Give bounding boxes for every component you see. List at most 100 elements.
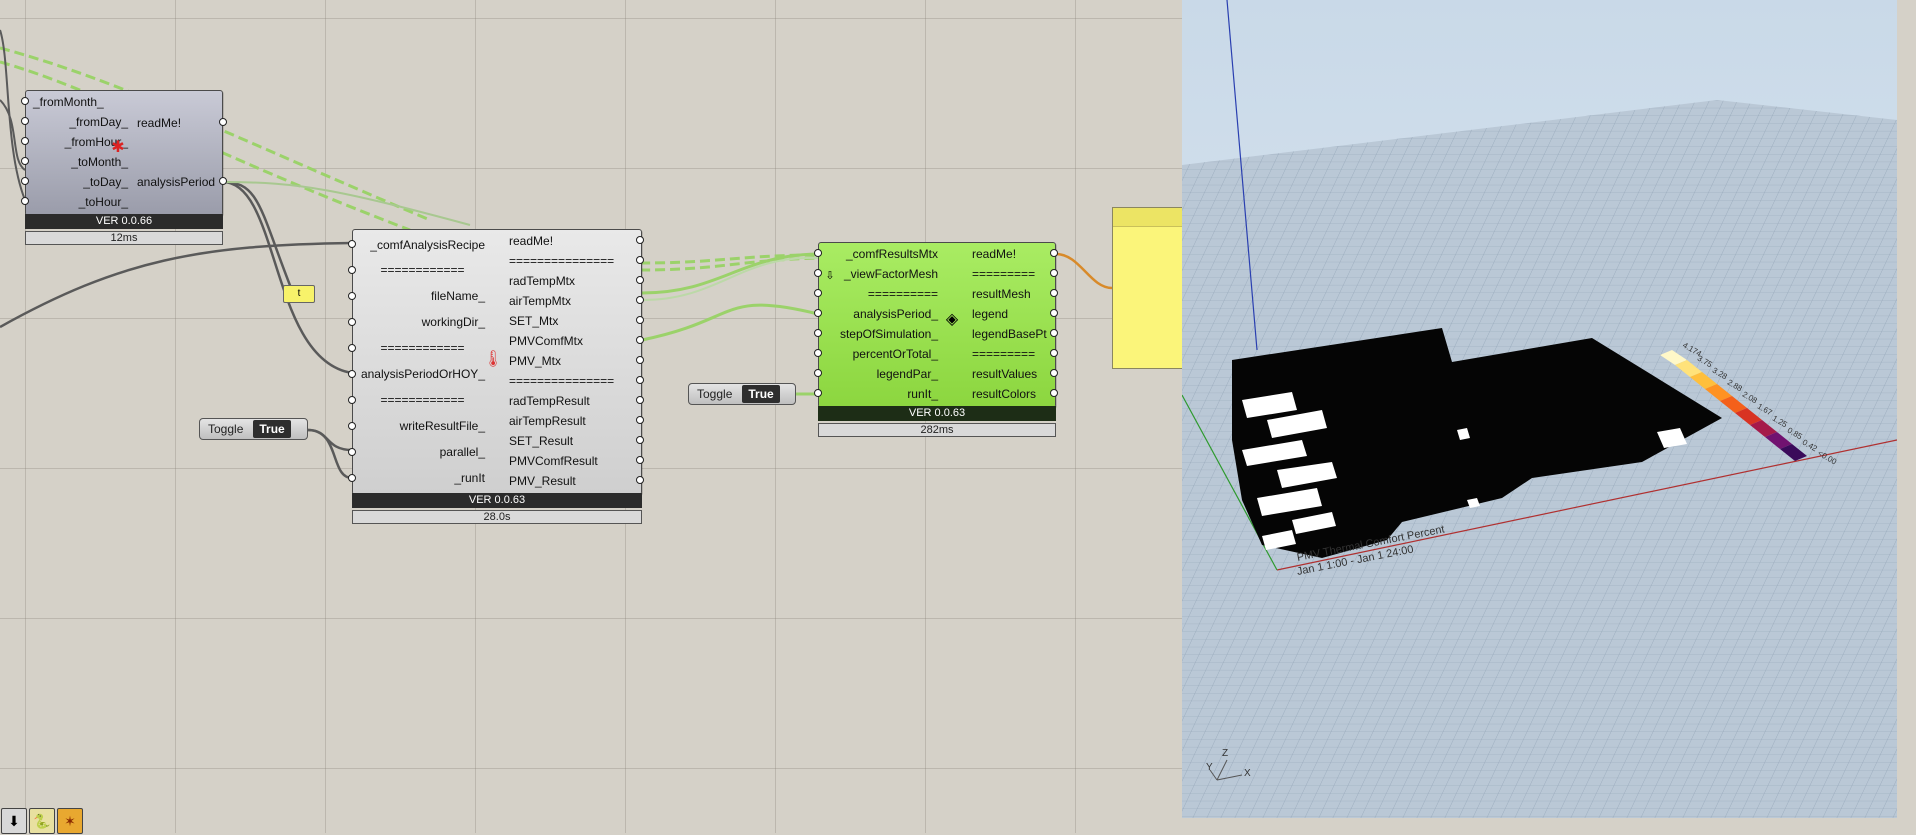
- input-from-day[interactable]: _fromDay_: [33, 115, 128, 129]
- output-result-colors[interactable]: resultColors: [972, 387, 1036, 401]
- input-legend-par[interactable]: legendPar_: [826, 367, 938, 381]
- port-grip[interactable]: [1050, 369, 1058, 377]
- input-view-factor-mesh[interactable]: _viewFactorMesh: [826, 267, 938, 281]
- port-grip[interactable]: [636, 416, 644, 424]
- input-comf-results-mtx[interactable]: _comfResultsMtx: [826, 247, 938, 261]
- port-grip[interactable]: [348, 344, 356, 352]
- output-grip-readme[interactable]: [219, 118, 227, 126]
- port-grip[interactable]: [1050, 389, 1058, 397]
- port-grip[interactable]: [636, 356, 644, 364]
- port-grip[interactable]: [348, 448, 356, 456]
- port-grip[interactable]: [1050, 269, 1058, 277]
- port-grip[interactable]: [21, 177, 29, 185]
- port-grip[interactable]: [348, 240, 356, 248]
- port-grip[interactable]: [814, 349, 822, 357]
- port-grip[interactable]: [636, 436, 644, 444]
- input-step-of-simulation[interactable]: stepOfSimulation_: [826, 327, 938, 341]
- port-grip[interactable]: [814, 329, 822, 337]
- toggle-value[interactable]: True: [253, 420, 291, 438]
- port-grip[interactable]: [814, 289, 822, 297]
- port-grip[interactable]: [814, 269, 822, 277]
- download-icon[interactable]: ⬇: [1, 808, 27, 834]
- comfort-analysis-component[interactable]: _comfAnalysisRecipe ============ fileNam…: [348, 229, 644, 525]
- output-analysis-period[interactable]: analysisPeriod: [137, 175, 215, 189]
- output-readme[interactable]: readMe!: [972, 247, 1016, 261]
- port-grip[interactable]: [1050, 329, 1058, 337]
- input-run-it[interactable]: _runIt: [360, 471, 485, 485]
- input-run-it[interactable]: runIt_: [826, 387, 938, 401]
- output-result-values[interactable]: resultValues: [972, 367, 1037, 381]
- boolean-toggle-run-it[interactable]: Toggle True: [199, 418, 308, 440]
- output-pmv-comf-result[interactable]: PMVComfResult: [509, 454, 598, 468]
- output-legend-base-pt[interactable]: legendBasePt: [972, 327, 1047, 341]
- python-icon[interactable]: 🐍: [29, 808, 55, 834]
- port-grip[interactable]: [1050, 309, 1058, 317]
- output-legend[interactable]: legend: [972, 307, 1008, 321]
- port-grip[interactable]: [21, 97, 29, 105]
- boolean-toggle-color-run-it[interactable]: Toggle True: [688, 383, 796, 405]
- analysis-period-component[interactable]: _fromMonth_ _fromDay_ _fromHour_ _toMont…: [21, 90, 227, 245]
- port-grip[interactable]: [814, 389, 822, 397]
- port-grip[interactable]: [636, 316, 644, 324]
- port-grip[interactable]: [1050, 349, 1058, 357]
- port-grip[interactable]: [21, 157, 29, 165]
- port-grip[interactable]: [348, 474, 356, 482]
- port-grip[interactable]: [21, 117, 29, 125]
- input-percent-or-total[interactable]: percentOrTotal_: [826, 347, 938, 361]
- input-parallel[interactable]: parallel_: [360, 445, 485, 459]
- port-grip[interactable]: [348, 318, 356, 326]
- port-grip[interactable]: [814, 309, 822, 317]
- color-comfort-component[interactable]: _comfResultsMtx _viewFactorMesh ========…: [814, 242, 1058, 438]
- port-grip[interactable]: [636, 456, 644, 464]
- port-grip[interactable]: [636, 296, 644, 304]
- grasshopper-canvas[interactable]: _fromMonth_ _fromDay_ _fromHour_ _toMont…: [0, 0, 1183, 833]
- output-pmv-mtx[interactable]: PMV_Mtx: [509, 354, 561, 368]
- rhino-viewport[interactable]: PMV Thermal Comfort Percent Jan 1 1:00 -…: [1182, 0, 1897, 818]
- axis-z-label: Z: [1222, 748, 1229, 759]
- input-write-result-file[interactable]: writeResultFile_: [360, 419, 485, 433]
- output-pmv-comf-mtx[interactable]: PMVComfMtx: [509, 334, 583, 348]
- port-grip[interactable]: [636, 256, 644, 264]
- port-grip[interactable]: [636, 236, 644, 244]
- output-panel[interactable]: [1112, 207, 1183, 369]
- input-working-dir[interactable]: workingDir_: [360, 315, 485, 329]
- output-result-mesh[interactable]: resultMesh: [972, 287, 1031, 301]
- port-grip[interactable]: [21, 137, 29, 145]
- port-grip[interactable]: [1050, 289, 1058, 297]
- port-grip[interactable]: [348, 396, 356, 404]
- input-comf-analysis-recipe[interactable]: _comfAnalysisRecipe: [360, 238, 485, 252]
- output-set-result[interactable]: SET_Result: [509, 434, 573, 448]
- port-grip[interactable]: [348, 422, 356, 430]
- port-grip[interactable]: [814, 249, 822, 257]
- port-grip[interactable]: [348, 370, 356, 378]
- port-grip[interactable]: [636, 476, 644, 484]
- port-grip[interactable]: [636, 336, 644, 344]
- input-to-day[interactable]: _toDay_: [33, 175, 128, 189]
- input-file-name[interactable]: fileName_: [360, 289, 485, 303]
- output-rad-temp-mtx[interactable]: radTempMtx: [509, 274, 575, 288]
- port-grip[interactable]: [814, 369, 822, 377]
- input-analysis-period[interactable]: analysisPeriod_: [826, 307, 938, 321]
- port-grip[interactable]: [1050, 249, 1058, 257]
- output-readme[interactable]: readMe!: [137, 116, 181, 130]
- output-set-mtx[interactable]: SET_Mtx: [509, 314, 558, 328]
- ladybug-icon[interactable]: ✶: [57, 808, 83, 834]
- port-grip[interactable]: [348, 292, 356, 300]
- output-readme[interactable]: readMe!: [509, 234, 553, 248]
- output-grip-analysis-period[interactable]: [219, 177, 227, 185]
- port-grip[interactable]: [348, 266, 356, 274]
- port-grip[interactable]: [636, 396, 644, 404]
- relay-node[interactable]: t: [283, 285, 315, 303]
- input-to-hour[interactable]: _toHour_: [33, 195, 128, 209]
- output-separator-2: ===============: [509, 374, 615, 388]
- output-air-temp-result[interactable]: airTempResult: [509, 414, 586, 428]
- toggle-value[interactable]: True: [742, 385, 780, 403]
- input-from-month[interactable]: _fromMonth_: [33, 95, 113, 109]
- port-grip[interactable]: [21, 197, 29, 205]
- output-air-temp-mtx[interactable]: airTempMtx: [509, 294, 571, 308]
- output-pmv-result[interactable]: PMV_Result: [509, 474, 576, 488]
- input-analysis-period-or-hoy[interactable]: analysisPeriodOrHOY_: [356, 367, 485, 381]
- port-grip[interactable]: [636, 276, 644, 284]
- port-grip[interactable]: [636, 376, 644, 384]
- output-rad-temp-result[interactable]: radTempResult: [509, 394, 590, 408]
